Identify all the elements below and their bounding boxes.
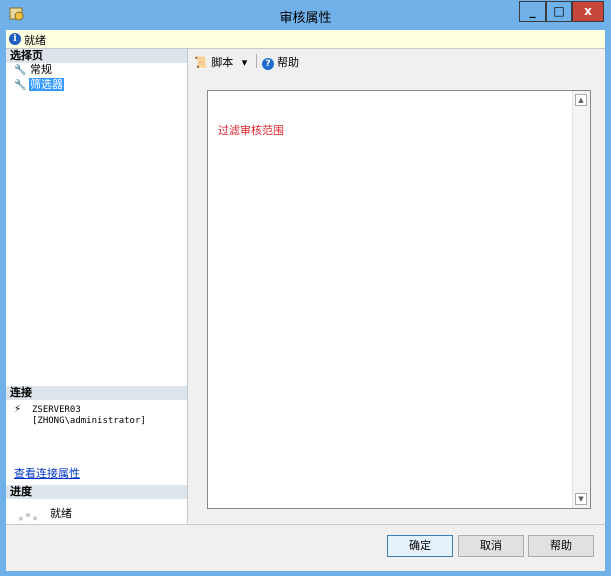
script-button[interactable]: 📜 脚本 ▾ — [194, 54, 247, 70]
audit-properties-window: 审核属性 _ □ x i 就绪 选择页 🔧 常规 🔧 筛选器 连接 ⚡ ZSERVE… — [0, 0, 611, 576]
toolbar-separator — [256, 54, 257, 68]
filter-text-area[interactable]: 过滤审核范围 ▲ ▼ — [207, 90, 591, 509]
select-page-heading: 选择页 — [6, 49, 187, 63]
page-item-label: 筛选器 — [29, 78, 64, 91]
help-label: 帮助 — [277, 56, 299, 69]
progress-heading: 进度 — [6, 485, 187, 499]
filter-content: 过滤审核范围 — [218, 124, 284, 137]
right-pane: 📜 脚本 ▾ ? 帮助 过滤审核范围 ▲ ▼ — [188, 49, 605, 524]
chevron-down-icon: ▾ — [241, 56, 248, 69]
close-button[interactable]: x — [572, 1, 604, 22]
help-button[interactable]: 帮助 — [528, 535, 594, 557]
cancel-button[interactable]: 取消 — [458, 535, 524, 557]
wrench-icon: 🔧 — [14, 65, 27, 76]
maximize-button[interactable]: □ — [546, 1, 572, 22]
dialog-client-area: i 就绪 选择页 🔧 常规 🔧 筛选器 连接 ⚡ ZSERVER03 [ZHONG\… — [6, 30, 605, 571]
connection-heading: 连接 — [6, 386, 187, 400]
page-item-general[interactable]: 🔧 常规 — [14, 63, 53, 77]
toolbar: 📜 脚本 ▾ ? 帮助 — [188, 49, 605, 73]
connection-icon: ⚡ — [14, 404, 22, 415]
view-connection-properties-link[interactable]: 查看连接属性 — [14, 465, 80, 481]
wrench-icon: 🔧 — [14, 80, 27, 91]
title-bar[interactable]: 审核属性 _ □ x — [0, 0, 611, 30]
page-item-label: 常规 — [30, 63, 52, 76]
script-label: 脚本 — [211, 56, 234, 69]
dialog-footer: 确定 取消 帮助 — [6, 524, 605, 571]
progress-status: 就绪 — [50, 507, 72, 520]
left-pane: 选择页 🔧 常规 🔧 筛选器 连接 ⚡ ZSERVER03 [ZHONG\admin… — [6, 49, 188, 535]
scroll-up-arrow-icon[interactable]: ▲ — [575, 94, 587, 106]
status-text: 就绪 — [24, 34, 46, 47]
script-icon: 📜 — [194, 56, 208, 69]
status-bar: i 就绪 — [6, 30, 605, 49]
help-icon: ? — [262, 58, 274, 70]
vertical-scrollbar[interactable]: ▲ ▼ — [572, 91, 590, 508]
info-icon: i — [9, 33, 21, 45]
ok-button[interactable]: 确定 — [387, 535, 453, 557]
help-toolbar-button[interactable]: ? 帮助 — [262, 54, 299, 70]
page-item-filter[interactable]: 🔧 筛选器 — [14, 78, 64, 92]
connection-info: ZSERVER03 [ZHONG\administrator] — [32, 405, 146, 426]
scroll-down-arrow-icon[interactable]: ▼ — [575, 493, 587, 505]
minimize-button[interactable]: _ — [519, 1, 546, 22]
